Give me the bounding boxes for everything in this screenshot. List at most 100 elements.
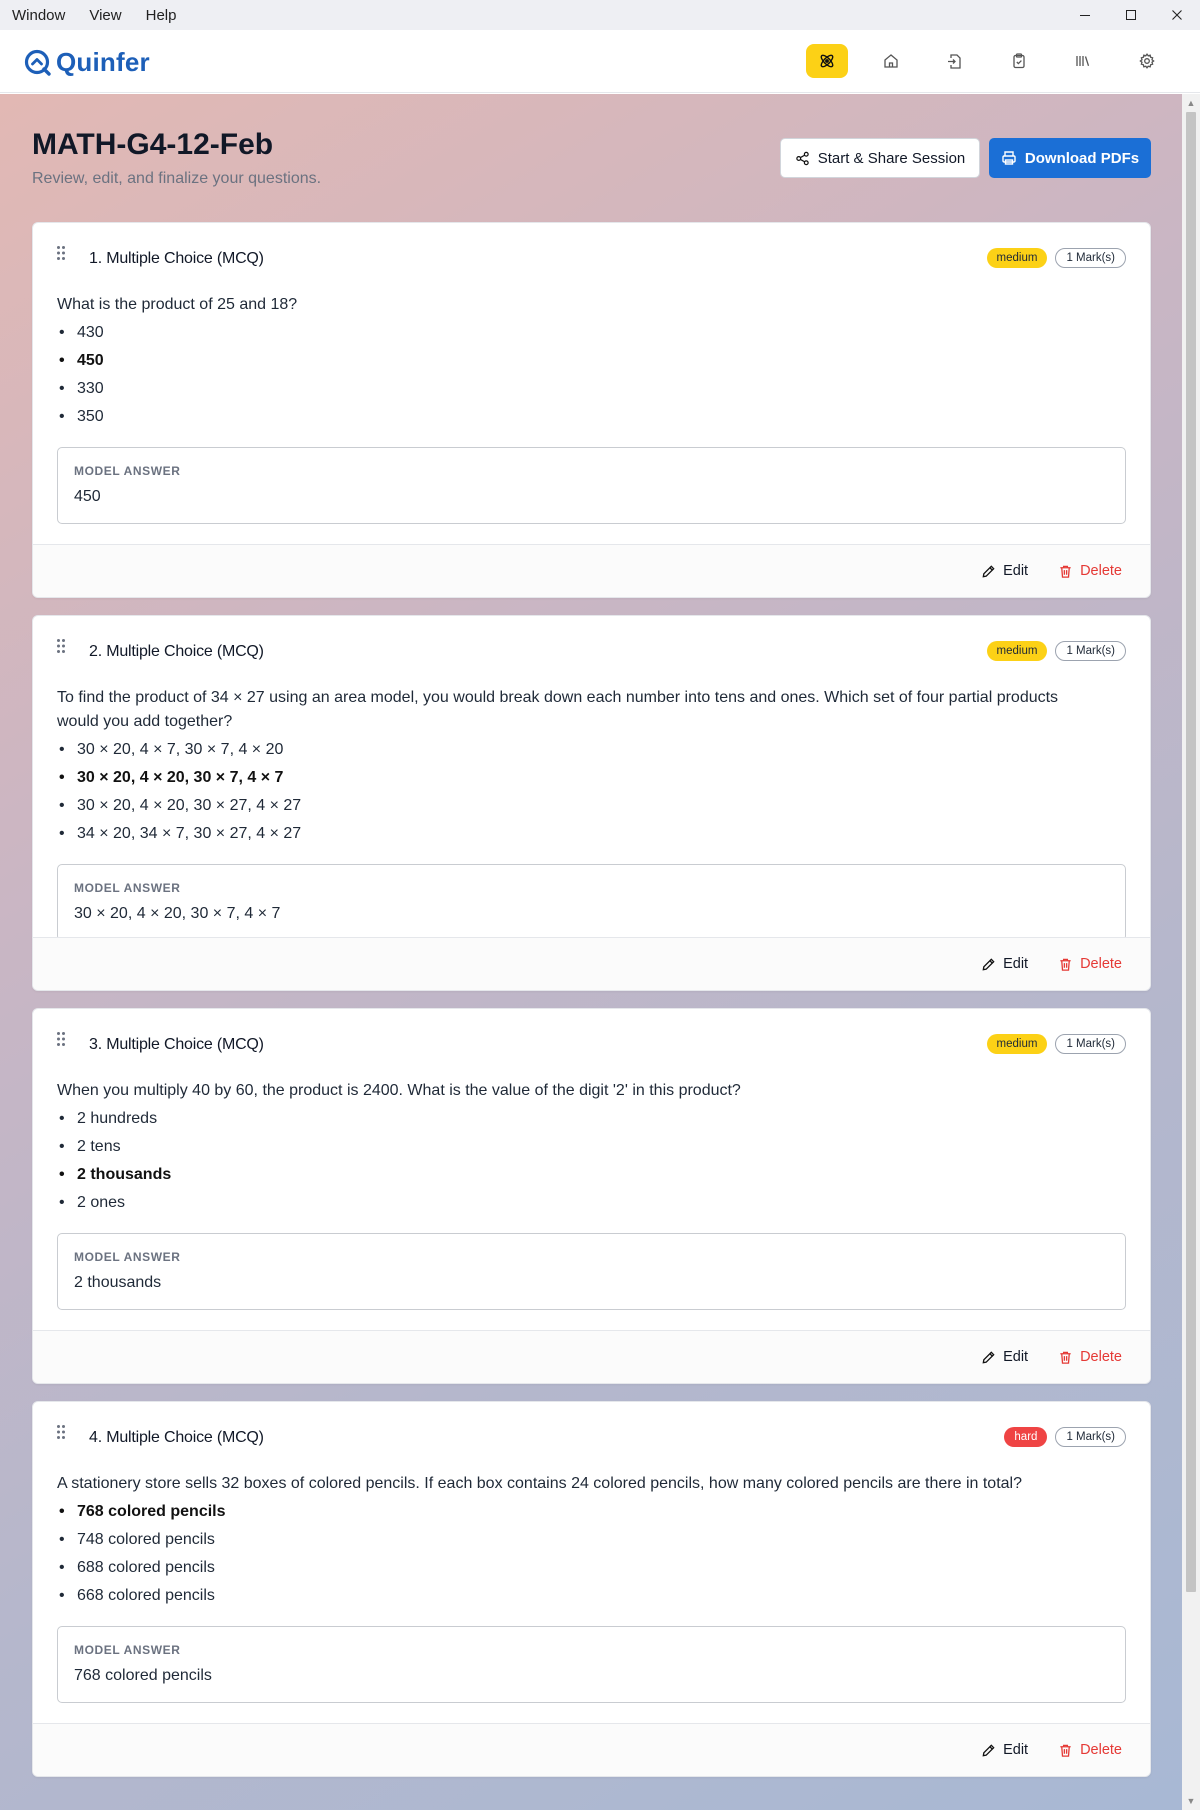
option-item: 350 xyxy=(57,403,1150,431)
minimize-button[interactable] xyxy=(1062,0,1108,30)
question-card-header: 2. Multiple Choice (MCQ) medium 1 Mark(s… xyxy=(33,616,1150,676)
nav-settings[interactable] xyxy=(1126,44,1168,78)
question-card-header: 3. Multiple Choice (MCQ) medium 1 Mark(s… xyxy=(33,1009,1150,1069)
nav-question-generator[interactable] xyxy=(806,44,848,78)
trash-icon xyxy=(1060,565,1071,578)
question-badges: medium 1 Mark(s) xyxy=(986,641,1126,661)
model-answer-value: 30 × 20, 4 × 20, 30 × 7, 4 × 7 xyxy=(74,905,281,922)
minimize-icon xyxy=(1080,15,1090,16)
option-item: 2 ones xyxy=(57,1189,1150,1217)
nav-home[interactable] xyxy=(870,44,912,78)
question-card: 2. Multiple Choice (MCQ) medium 1 Mark(s… xyxy=(32,615,1151,991)
page-subtitle: Review, edit, and finalize your question… xyxy=(32,170,322,187)
download-label: Download PDFs xyxy=(1024,149,1140,167)
question-card-header: 4. Multiple Choice (MCQ) hard 1 Mark(s) xyxy=(33,1402,1150,1462)
question-card: 4. Multiple Choice (MCQ) hard 1 Mark(s) … xyxy=(32,1401,1151,1777)
question-badges: hard 1 Mark(s) xyxy=(1004,1427,1126,1447)
download-pdfs-button[interactable]: Download PDFs xyxy=(989,138,1151,178)
drag-handle-icon[interactable] xyxy=(56,245,66,261)
question-text: A stationery store sells 32 boxes of col… xyxy=(57,1475,1022,1492)
question-card-footer: Edit Delete xyxy=(33,544,1150,597)
question-badges: medium 1 Mark(s) xyxy=(986,1034,1126,1054)
difficulty-badge: hard xyxy=(1004,1427,1048,1447)
delete-button[interactable]: Delete xyxy=(1058,1742,1122,1758)
close-icon xyxy=(1172,10,1182,20)
edit-label: Edit xyxy=(1003,563,1029,579)
menu-help[interactable]: Help xyxy=(134,7,189,24)
scroll-up-arrow[interactable]: ▲ xyxy=(1186,98,1196,108)
question-card-header: 1. Multiple Choice (MCQ) medium 1 Mark(s… xyxy=(33,223,1150,283)
start-share-session-button[interactable]: Start & Share Session xyxy=(780,138,980,178)
main-nav xyxy=(806,44,1190,78)
model-answer-box: MODEL ANSWER 2 thousands xyxy=(57,1233,1126,1310)
model-answer-label: MODEL ANSWER xyxy=(74,464,181,478)
menu-window[interactable]: Window xyxy=(0,7,77,24)
app-header: Quinfer xyxy=(0,30,1200,93)
option-item-correct: 30 × 20, 4 × 20, 30 × 7, 4 × 7 xyxy=(57,764,1150,792)
maximize-button[interactable] xyxy=(1108,0,1154,30)
home-icon xyxy=(884,54,898,68)
edit-button[interactable]: Edit xyxy=(981,563,1028,579)
model-answer-label: MODEL ANSWER xyxy=(74,1250,181,1264)
option-list: 30 × 20, 4 × 7, 30 × 7, 4 × 2030 × 20, 4… xyxy=(33,736,1150,848)
model-answer-box: MODEL ANSWER 30 × 20, 4 × 20, 30 × 7, 4 … xyxy=(57,864,1126,941)
edit-button[interactable]: Edit xyxy=(981,956,1028,972)
nav-import[interactable] xyxy=(934,44,976,78)
option-item-correct: 450 xyxy=(57,347,1150,375)
option-item: 30 × 20, 4 × 7, 30 × 7, 4 × 20 xyxy=(57,736,1150,764)
question-title: 3. Multiple Choice (MCQ) xyxy=(89,1036,264,1053)
question-card-footer: Edit Delete xyxy=(33,1330,1150,1383)
delete-button[interactable]: Delete xyxy=(1058,563,1122,579)
model-answer-label: MODEL ANSWER xyxy=(74,1643,181,1657)
window-menubar: Window View Help xyxy=(0,0,1200,30)
question-badges: medium 1 Mark(s) xyxy=(986,248,1126,268)
close-window-button[interactable] xyxy=(1154,0,1200,30)
question-text: To find the product of 34 × 27 using an … xyxy=(57,689,1059,730)
app-logo[interactable]: Quinfer xyxy=(24,47,150,78)
edit-button[interactable]: Edit xyxy=(981,1349,1028,1365)
window-controls xyxy=(1062,0,1200,30)
scroll-down-arrow[interactable]: ▼ xyxy=(1186,1796,1196,1806)
model-answer-value: 2 thousands xyxy=(74,1274,162,1291)
option-item: 688 colored pencils xyxy=(57,1554,1150,1582)
drag-handle-icon[interactable] xyxy=(56,638,66,654)
option-item: 748 colored pencils xyxy=(57,1526,1150,1554)
option-item: 430 xyxy=(57,319,1150,347)
scroll-thumb[interactable] xyxy=(1186,112,1196,1592)
edit-button[interactable]: Edit xyxy=(981,1742,1028,1758)
question-title: 4. Multiple Choice (MCQ) xyxy=(89,1429,264,1446)
page-title: MATH-G4-12-Feb xyxy=(32,128,274,161)
trash-icon xyxy=(1060,958,1071,971)
quinfer-logo-icon xyxy=(24,49,51,76)
option-list: 430450330350 xyxy=(33,319,1150,431)
edit-label: Edit xyxy=(1003,956,1029,972)
library-icon xyxy=(1076,56,1090,66)
menu-view[interactable]: View xyxy=(77,7,133,24)
share-label: Start & Share Session xyxy=(817,149,966,167)
nav-review[interactable] xyxy=(998,44,1040,78)
model-answer-value: 450 xyxy=(74,488,101,505)
nav-library[interactable] xyxy=(1062,44,1104,78)
question-text: What is the product of 25 and 18? xyxy=(57,296,298,313)
delete-label: Delete xyxy=(1080,1349,1122,1365)
model-answer-label: MODEL ANSWER xyxy=(74,881,181,895)
option-item: 668 colored pencils xyxy=(57,1582,1150,1610)
drag-handle-icon[interactable] xyxy=(56,1424,66,1440)
edit-label: Edit xyxy=(1003,1349,1029,1365)
delete-button[interactable]: Delete xyxy=(1058,956,1122,972)
option-item-correct: 768 colored pencils xyxy=(57,1498,1150,1526)
pencil-icon xyxy=(982,957,995,970)
marks-badge: 1 Mark(s) xyxy=(1055,1427,1126,1447)
app-name: Quinfer xyxy=(56,47,150,77)
delete-button[interactable]: Delete xyxy=(1058,1349,1122,1365)
main-content: MATH-G4-12-Feb Review, edit, and finaliz… xyxy=(0,94,1182,1810)
option-list: 2 hundreds2 tens2 thousands2 ones xyxy=(33,1105,1150,1217)
option-item: 30 × 20, 4 × 20, 30 × 27, 4 × 27 xyxy=(57,792,1150,820)
option-item: 2 hundreds xyxy=(57,1105,1150,1133)
atom-icon xyxy=(820,54,834,68)
scrollbar[interactable]: ▲ ▼ xyxy=(1182,94,1200,1810)
difficulty-badge: medium xyxy=(986,641,1048,661)
drag-handle-icon[interactable] xyxy=(56,1031,66,1047)
gear-icon xyxy=(1139,53,1155,69)
pencil-icon xyxy=(982,564,995,577)
